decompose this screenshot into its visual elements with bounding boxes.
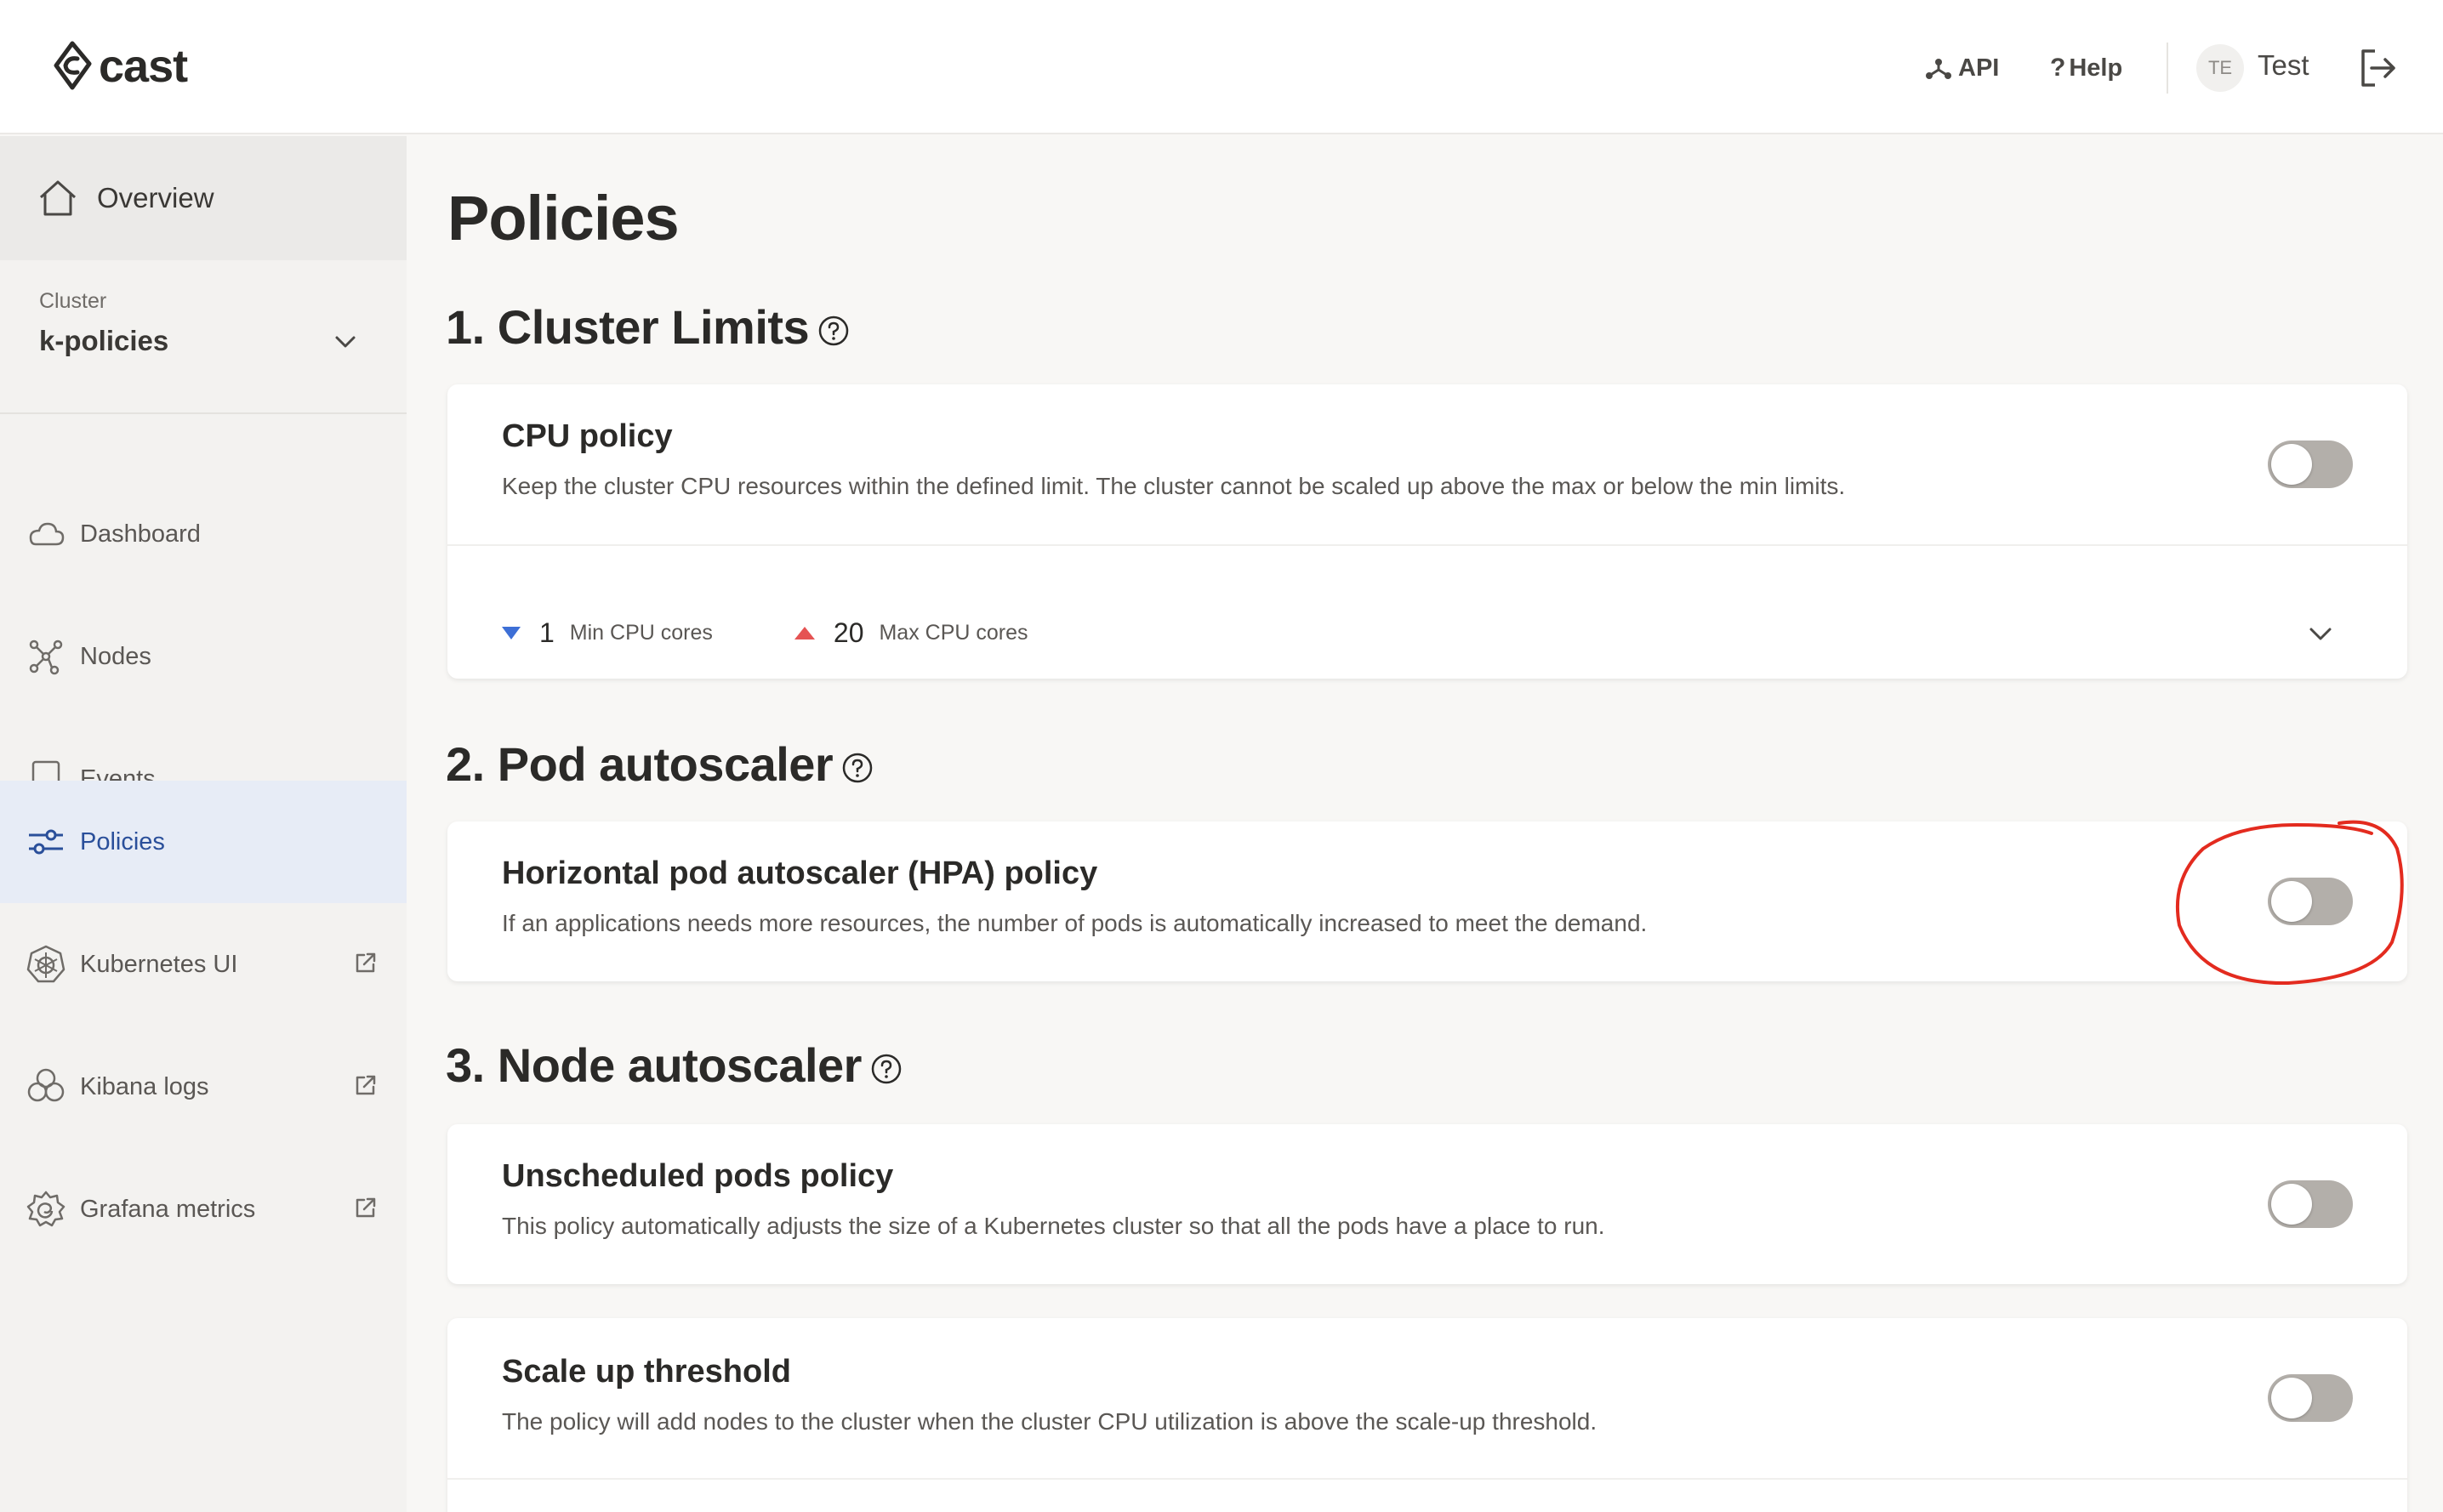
max-cpu-label: Max CPU cores	[879, 620, 1028, 645]
unscheduled-pods-policy-card: Unscheduled pods policy This policy auto…	[447, 1124, 2407, 1284]
kibana-icon	[27, 1068, 65, 1102]
page-title: Policies	[447, 183, 680, 253]
card-title: CPU policy	[502, 418, 673, 454]
card-title: Unscheduled pods policy	[502, 1158, 894, 1194]
card-title: Scale up threshold	[502, 1354, 791, 1390]
header-divider	[2167, 43, 2168, 94]
sidebar-item-label: Policies	[80, 827, 165, 855]
sidebar-item-overview[interactable]: Overview	[0, 136, 407, 260]
api-label: API	[1958, 54, 2000, 82]
min-cpu-value: 1	[539, 617, 555, 648]
section-title-pod-autoscaler: 2. Pod autoscaler	[446, 736, 874, 792]
section-title-text: 3. Node autoscaler	[446, 1038, 862, 1092]
chevron-down-icon[interactable]	[332, 328, 359, 355]
cluster-caption: Cluster	[39, 289, 107, 313]
card-description: Keep the cluster CPU resources within th…	[502, 473, 1846, 499]
kubernetes-icon	[26, 945, 65, 983]
avatar[interactable]: TE	[2196, 44, 2244, 92]
card-description: This policy automatically adjusts the si…	[502, 1213, 1605, 1239]
help-label: Help	[2069, 54, 2123, 82]
user-name[interactable]: Test	[2258, 49, 2309, 82]
question-mark-icon: ?	[2050, 54, 2066, 82]
max-cpu-value: 20	[833, 617, 864, 648]
card-title: Horizontal pod autoscaler (HPA) policy	[502, 855, 1098, 891]
grafana-icon	[26, 1191, 65, 1227]
home-icon	[39, 180, 77, 216]
sidebar-item-kibana-logs[interactable]: Kibana logs	[0, 1026, 407, 1148]
help-circle-icon[interactable]	[870, 1053, 903, 1085]
card-divider	[447, 544, 2407, 546]
nodes-icon	[29, 639, 63, 675]
sidebar-item-nodes[interactable]: Nodes	[0, 595, 407, 718]
card-description: The policy will add nodes to the cluster…	[502, 1408, 1597, 1435]
min-cpu-label: Min CPU cores	[569, 620, 713, 645]
sidebar-item-label: Grafana metrics	[80, 1195, 256, 1223]
cast-logo-icon	[54, 41, 92, 90]
external-link-icon	[356, 1197, 376, 1218]
min-arrow-icon	[502, 626, 521, 639]
sidebar-item-label: Kibana logs	[80, 1072, 209, 1100]
section-title-cluster-limits: 1. Cluster Limits	[446, 299, 850, 355]
api-icon	[1926, 59, 1951, 79]
cpu-policy-card: CPU policy Keep the cluster CPU resource…	[447, 384, 2407, 679]
external-link-icon	[356, 1075, 376, 1095]
card-divider	[447, 1478, 2407, 1480]
sidebar-item-label: Nodes	[80, 642, 151, 670]
scale-up-threshold-toggle[interactable]	[2268, 1374, 2353, 1422]
sidebar-item-dashboard[interactable]: Dashboard	[0, 473, 407, 595]
sidebar: Overview Cluster k-policies Dashboard No…	[0, 136, 407, 1512]
section-title-text: 1. Cluster Limits	[446, 300, 810, 354]
sidebar-divider	[0, 412, 407, 414]
unscheduled-pods-toggle[interactable]	[2268, 1180, 2353, 1228]
help-circle-icon[interactable]	[841, 752, 874, 784]
sidebar-item-grafana-metrics[interactable]: Grafana metrics	[0, 1148, 407, 1270]
cast-logo[interactable]: cast	[49, 37, 188, 95]
logo-text: cast	[99, 41, 188, 92]
chevron-down-icon[interactable]	[2305, 619, 2336, 650]
cluster-selector[interactable]: k-policies	[39, 325, 168, 357]
sidebar-item-policies[interactable]: Policies	[0, 781, 407, 903]
help-circle-icon[interactable]	[817, 315, 850, 347]
max-arrow-icon	[794, 626, 815, 639]
top-header: cast API ? Help TE Test	[0, 0, 2443, 134]
sidebar-item-kubernetes-ui[interactable]: Kubernetes UI	[0, 903, 407, 1026]
help-link[interactable]: ? Help	[2050, 48, 2122, 88]
scale-up-threshold-card: Scale up threshold The policy will add n…	[447, 1318, 2407, 1512]
cpu-limits-row: 1 Min CPU cores 20 Max CPU cores	[502, 616, 1028, 650]
section-title-text: 2. Pod autoscaler	[446, 737, 834, 791]
hpa-policy-card: Horizontal pod autoscaler (HPA) policy I…	[447, 821, 2407, 981]
logout-icon[interactable]	[2356, 46, 2400, 90]
section-title-node-autoscaler: 3. Node autoscaler	[446, 1037, 903, 1093]
hpa-policy-toggle[interactable]	[2268, 878, 2353, 925]
card-description: If an applications needs more resources,…	[502, 910, 1648, 936]
sidebar-item-label: Dashboard	[80, 520, 201, 548]
sliders-icon	[29, 829, 63, 855]
cloud-icon	[29, 522, 65, 546]
sidebar-item-label: Kubernetes UI	[80, 950, 238, 978]
cpu-policy-toggle[interactable]	[2268, 441, 2353, 488]
overview-label: Overview	[97, 182, 214, 213]
external-link-icon	[356, 952, 376, 973]
api-link[interactable]: API	[1924, 48, 1999, 88]
